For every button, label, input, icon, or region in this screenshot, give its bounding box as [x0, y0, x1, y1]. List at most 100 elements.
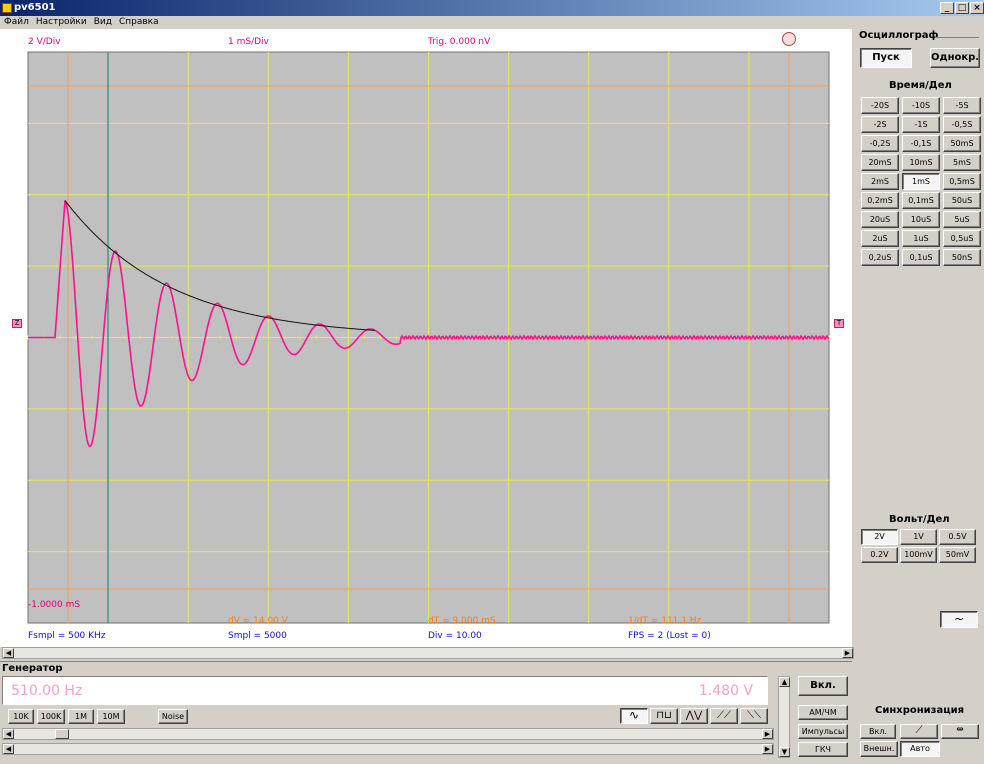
scroll-right-icon[interactable]: ▶: [762, 744, 773, 754]
time-button[interactable]: 5mS: [943, 154, 981, 171]
time-button[interactable]: 1mS: [902, 173, 940, 190]
noise-button[interactable]: Noise: [158, 709, 188, 724]
sawtooth-icon[interactable]: ⟋⟋: [710, 708, 738, 724]
time-button[interactable]: -10S: [902, 97, 940, 114]
scroll-left-icon[interactable]: ◀: [3, 744, 14, 754]
time-button[interactable]: 0,2uS: [861, 249, 899, 266]
time-button[interactable]: 0,1uS: [902, 249, 940, 266]
minimize-button[interactable]: _: [940, 2, 954, 14]
scope-scrollbar[interactable]: ◀ ▶: [2, 647, 854, 659]
range-10m-button[interactable]: 10M: [97, 709, 125, 724]
time-button[interactable]: 20mS: [861, 154, 899, 171]
gen-vscroll[interactable]: ▲ ▼: [778, 676, 790, 758]
gen-frequency: 510.00 Hz: [11, 683, 83, 699]
dv-label: dV = 14.00 V: [228, 616, 288, 626]
menu-settings[interactable]: Настройки: [36, 17, 87, 27]
time-button[interactable]: 10mS: [902, 154, 940, 171]
fsmpl-label: Fsmpl = 500 KHz: [28, 631, 106, 641]
generator-display: 510.00 Hz 1.480 V: [2, 676, 768, 705]
scroll-left-icon[interactable]: ◀: [3, 648, 14, 658]
range-100k-button[interactable]: 100K: [37, 709, 65, 724]
volt-button[interactable]: 100mV: [900, 547, 937, 563]
coupling-ac-button[interactable]: ~: [940, 611, 978, 628]
edge-select-icon[interactable]: ⇹: [941, 724, 979, 739]
volt-button[interactable]: 0.5V: [939, 529, 976, 545]
gen-scroll-1[interactable]: ◀ ▶: [2, 728, 774, 740]
maximize-button[interactable]: □: [955, 2, 969, 14]
oscillo-group-title: Осциллограф: [859, 30, 939, 41]
pulses-button[interactable]: Импульсы: [798, 724, 848, 739]
time-button[interactable]: -0,2S: [861, 135, 899, 152]
rising-edge-icon[interactable]: ⟋: [900, 724, 938, 739]
scroll-up-icon[interactable]: ▲: [779, 677, 790, 687]
oscilloscope-view: 2 V/Div 1 mS/Div Trig. 0.000 nV -1.0000 …: [0, 29, 852, 647]
time-button[interactable]: 5uS: [943, 211, 981, 228]
menu-bar: Файл Настройки Вид Справка: [0, 16, 984, 29]
time-button[interactable]: -1S: [902, 116, 940, 133]
scroll-down-icon[interactable]: ▼: [779, 747, 790, 757]
smpl-label: Smpl = 5000: [228, 631, 287, 641]
time-per-div-label: 1 mS/Div: [228, 37, 269, 47]
time-button[interactable]: -20S: [861, 97, 899, 114]
time-button[interactable]: 0,2mS: [861, 192, 899, 209]
range-1m-button[interactable]: 1M: [68, 709, 94, 724]
trigger-label: Trig. 0.000 nV: [428, 37, 491, 47]
menu-file[interactable]: Файл: [4, 17, 29, 27]
time-button[interactable]: 0,5uS: [943, 230, 981, 247]
volt-button[interactable]: 50mV: [939, 547, 976, 563]
time-group-title: Время/Дел: [889, 80, 952, 91]
div-label: Div = 10.00: [428, 631, 482, 641]
scope-plot[interactable]: [0, 29, 852, 647]
volts-per-div-label: 2 V/Div: [28, 37, 61, 47]
time-button[interactable]: -0,1S: [902, 135, 940, 152]
menu-view[interactable]: Вид: [94, 17, 112, 27]
scroll-left-icon[interactable]: ◀: [3, 729, 14, 739]
gen-on-button[interactable]: Вкл.: [798, 676, 848, 696]
menu-help[interactable]: Справка: [119, 17, 159, 27]
time-button[interactable]: -2S: [861, 116, 899, 133]
scroll-thumb[interactable]: [55, 729, 69, 739]
range-10k-button[interactable]: 10K: [8, 709, 34, 724]
offset-label: -1.0000 mS: [28, 600, 81, 610]
zero-marker[interactable]: Z: [12, 319, 22, 328]
am-fm-button[interactable]: АМ/ЧМ: [798, 705, 848, 720]
time-button[interactable]: 10uS: [902, 211, 940, 228]
sync-ext-button[interactable]: Внешн.: [860, 741, 898, 757]
dt-label: dT = 9.000 mS: [428, 616, 496, 626]
start-button[interactable]: Пуск: [860, 48, 912, 68]
time-button[interactable]: 20uS: [861, 211, 899, 228]
volt-button[interactable]: 2V: [861, 529, 898, 545]
time-button[interactable]: 0,5mS: [943, 173, 981, 190]
time-button[interactable]: 0,1mS: [902, 192, 940, 209]
sync-group-title: Синхронизация: [875, 705, 965, 716]
single-button[interactable]: Однокр.: [930, 48, 980, 68]
time-button[interactable]: 50uS: [943, 192, 981, 209]
gen-amplitude: 1.480 V: [698, 683, 753, 699]
window-title: pv6501: [14, 2, 56, 13]
time-button[interactable]: -0,5S: [943, 116, 981, 133]
time-button[interactable]: -5S: [943, 97, 981, 114]
time-button[interactable]: 50nS: [943, 249, 981, 266]
time-button[interactable]: 2mS: [861, 173, 899, 190]
volt-button[interactable]: 1V: [900, 529, 937, 545]
gen-scroll-2[interactable]: ◀ ▶: [2, 743, 774, 755]
trigger-marker[interactable]: T: [834, 319, 844, 328]
clock-icon[interactable]: [782, 32, 796, 46]
sync-on-button[interactable]: Вкл.: [860, 724, 896, 739]
volt-button[interactable]: 0.2V: [861, 547, 898, 563]
sine-icon[interactable]: ∿: [620, 708, 648, 724]
time-button[interactable]: 1uS: [902, 230, 940, 247]
title-bar: pv6501 _ □ ×: [0, 0, 984, 16]
volt-group-title: Вольт/Дел: [889, 514, 950, 525]
gkch-button[interactable]: ГКЧ: [798, 742, 848, 757]
scroll-right-icon[interactable]: ▶: [762, 729, 773, 739]
freq-label: 1/dT = 111.1 Hz: [628, 616, 702, 626]
time-button[interactable]: 50mS: [943, 135, 981, 152]
triangle-icon[interactable]: ⋀⋁: [680, 708, 708, 724]
close-button[interactable]: ×: [970, 2, 984, 14]
time-button[interactable]: 2uS: [861, 230, 899, 247]
reverse-sawtooth-icon[interactable]: ⟍⟍: [740, 708, 768, 724]
sync-auto-button[interactable]: Авто: [900, 741, 940, 757]
scroll-right-icon[interactable]: ▶: [842, 648, 853, 658]
square-icon[interactable]: ⊓⊔: [650, 708, 678, 724]
